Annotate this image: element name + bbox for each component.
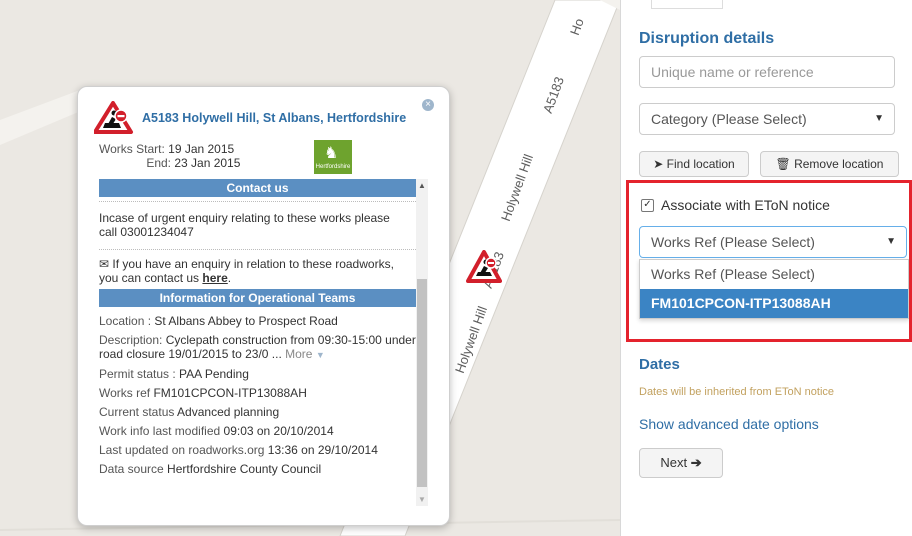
source-value: Hertfordshire County Council: [167, 462, 322, 476]
remove-location-button[interactable]: 🗑 Remove location: [760, 151, 899, 177]
location-arrow-icon: ➤: [653, 157, 664, 171]
divider: [99, 249, 416, 250]
category-value: Category (Please Select): [651, 111, 807, 127]
location-label: Location :: [99, 314, 152, 328]
permit-label: Permit status :: [99, 367, 176, 381]
updated-label: Last updated on roadworks.org: [99, 443, 265, 457]
works-start-label: Works Start:: [99, 142, 165, 156]
divider: [99, 201, 416, 202]
popup-title: A5183 Holywell Hill, St Albans, Hertford…: [142, 111, 407, 125]
enquiry-link[interactable]: here: [202, 271, 227, 285]
works-ref-line: Works ref FM101CPCON-ITP13088AH: [99, 386, 416, 400]
scroll-down-icon[interactable]: ▼: [418, 495, 426, 504]
hertfordshire-logo: ♞ Hertfordshire: [314, 140, 352, 174]
works-dates: Works Start: 19 Jan 2015 End: 23 Jan 201…: [99, 142, 240, 170]
updated-line: Last updated on roadworks.org 13:36 on 2…: [99, 443, 416, 457]
location-line: Location : St Albans Abbey to Prospect R…: [99, 314, 416, 328]
dates-title: Dates: [639, 356, 680, 373]
works-ref-value: FM101CPCON-ITP13088AH: [153, 386, 307, 400]
enquiry-text-body: If you have an enquiry in relation to th…: [99, 257, 394, 285]
next-button[interactable]: Next ➔: [639, 448, 723, 478]
current-status-value: Advanced planning: [177, 405, 280, 419]
ops-header: Information for Operational Teams: [99, 289, 416, 307]
current-status-line: Current status Advanced planning: [99, 405, 416, 419]
chevron-down-icon: ▼: [315, 350, 325, 360]
roadworks-popup: × A5183 Holywell Hill, St Albans, Hertfo…: [77, 86, 450, 526]
advanced-date-options-link[interactable]: Show advanced date options: [639, 416, 819, 432]
roadworks-icon: [94, 101, 133, 134]
highlight-box: [626, 180, 912, 342]
dates-note: Dates will be inherited from EToN notice: [639, 386, 835, 398]
scrollbar-thumb[interactable]: [417, 279, 427, 487]
disruption-title: Disruption details: [639, 30, 775, 47]
roadworks-marker-icon[interactable]: [466, 250, 502, 284]
find-location-button[interactable]: ➤ Find location: [639, 151, 749, 177]
source-label: Data source: [99, 462, 164, 476]
arrow-right-icon: ➔: [690, 455, 702, 470]
more-link[interactable]: More ▼: [285, 347, 325, 361]
more-label: More: [285, 347, 313, 361]
works-ref-label: Works ref: [99, 386, 151, 400]
updated-value: 13:36 on 29/10/2014: [267, 443, 378, 457]
find-location-label: Find location: [666, 157, 735, 171]
works-end-label: End:: [146, 156, 171, 170]
contact-header: Contact us: [99, 179, 416, 197]
close-icon[interactable]: ×: [422, 99, 434, 111]
description-label: Description:: [99, 333, 163, 347]
tab-edge: [651, 0, 723, 9]
modified-label: Work info last modified: [99, 424, 221, 438]
works-start-value: 19 Jan 2015: [168, 142, 235, 156]
modified-value: 09:03 on 20/10/2014: [223, 424, 334, 438]
caret-down-icon: ▼: [874, 113, 884, 124]
works-end-value: 23 Jan 2015: [174, 156, 241, 170]
location-value: St Albans Abbey to Prospect Road: [154, 314, 338, 328]
remove-location-label: Remove location: [794, 157, 884, 171]
envelope-icon: ✉: [99, 257, 110, 271]
category-select[interactable]: Category (Please Select) ▼: [639, 103, 895, 135]
popup-scroll-area[interactable]: Contact us Incase of urgent enquiry rela…: [99, 179, 428, 506]
permit-line: Permit status : PAA Pending: [99, 367, 416, 381]
logo-text: Hertfordshire: [315, 164, 351, 170]
trash-icon: 🗑: [775, 157, 791, 171]
source-line: Data source Hertfordshire County Council: [99, 462, 416, 476]
enquiry-text: ✉ If you have an enquiry in relation to …: [99, 257, 394, 285]
modified-line: Work info last modified 09:03 on 20/10/2…: [99, 424, 416, 438]
next-label: Next: [660, 455, 688, 470]
deer-icon: ♞: [324, 145, 339, 162]
scroll-up-icon[interactable]: ▲: [418, 181, 426, 190]
contact-text: Incase of urgent enquiry relating to the…: [99, 211, 390, 239]
permit-value: PAA Pending: [179, 367, 249, 381]
current-status-label: Current status: [99, 405, 175, 419]
scrollbar[interactable]: ▲ ▼: [416, 179, 428, 506]
name-input[interactable]: Unique name or reference: [639, 56, 895, 88]
description-line: Description: Cyclepath construction from…: [99, 333, 416, 362]
